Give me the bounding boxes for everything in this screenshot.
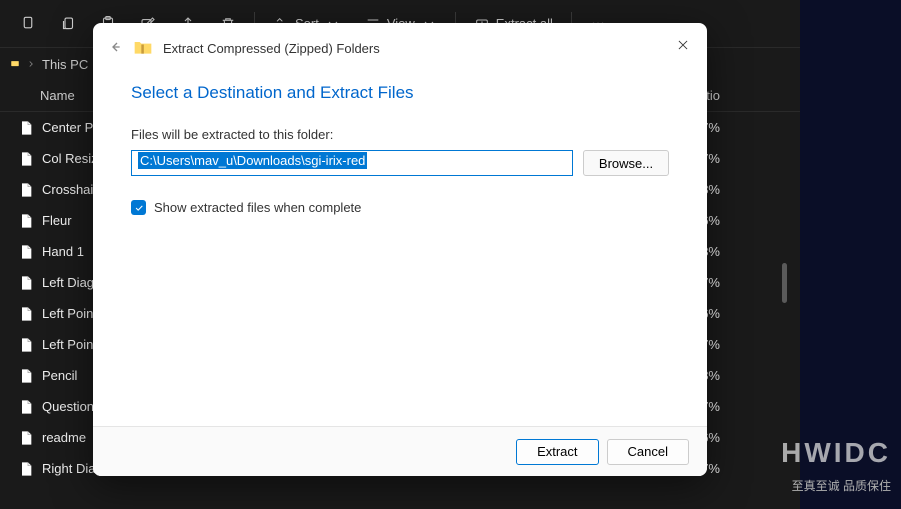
checkbox-icon: [131, 200, 146, 215]
extract-dialog: Extract Compressed (Zipped) Folders Sele…: [93, 23, 707, 476]
checkbox-label: Show extracted files when complete: [154, 200, 361, 215]
back-button[interactable]: [107, 39, 123, 58]
path-input-value: C:\Users\mav_u\Downloads\sgi-irix-red: [138, 152, 367, 169]
extract-button[interactable]: Extract: [516, 439, 598, 465]
dialog-title: Select a Destination and Extract Files: [131, 83, 669, 103]
copy-icon[interactable]: [50, 6, 86, 42]
path-label: Files will be extracted to this folder:: [131, 127, 669, 142]
path-input-row: C:\Users\mav_u\Downloads\sgi-irix-red Br…: [131, 150, 669, 176]
dialog-body: Select a Destination and Extract Files F…: [93, 63, 707, 426]
browse-button[interactable]: Browse...: [583, 150, 669, 176]
scrollbar[interactable]: [779, 98, 789, 500]
dialog-header: Extract Compressed (Zipped) Folders: [93, 23, 707, 63]
pc-icon: [10, 59, 20, 69]
chevron-right-icon: [26, 59, 36, 69]
show-files-checkbox[interactable]: Show extracted files when complete: [131, 200, 669, 215]
zip-folder-icon: [133, 38, 153, 59]
path-input[interactable]: C:\Users\mav_u\Downloads\sgi-irix-red: [131, 150, 573, 176]
watermark-subtitle: 至真至诚 品质保住: [792, 477, 891, 494]
scrollbar-thumb[interactable]: [782, 263, 787, 303]
breadcrumb-item[interactable]: This PC: [42, 57, 88, 72]
dialog-footer: Extract Cancel: [93, 426, 707, 476]
close-button[interactable]: [671, 33, 695, 57]
dialog-header-text: Extract Compressed (Zipped) Folders: [163, 41, 380, 56]
cut-icon[interactable]: [10, 6, 46, 42]
cancel-button[interactable]: Cancel: [607, 439, 689, 465]
